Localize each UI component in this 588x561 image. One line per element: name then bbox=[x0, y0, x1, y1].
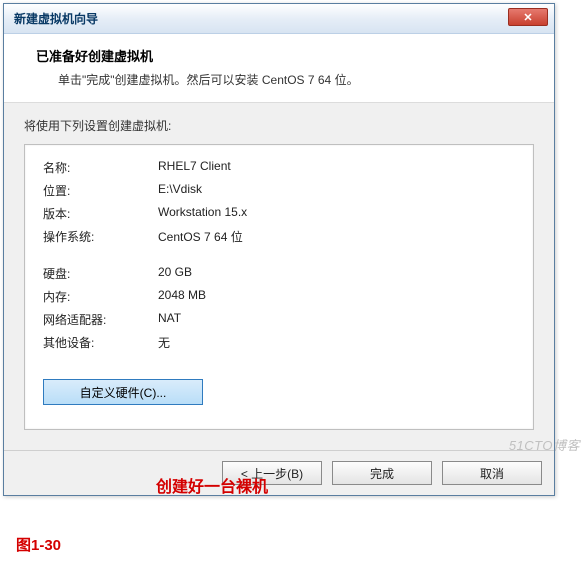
wizard-dialog: 新建虚拟机向导 ✕ 已准备好创建虚拟机 单击"完成"创建虚拟机。然后可以安装 C… bbox=[3, 3, 555, 496]
wizard-header: 已准备好创建虚拟机 单击"完成"创建虚拟机。然后可以安装 CentOS 7 64… bbox=[4, 34, 554, 103]
setting-label: 内存: bbox=[43, 288, 158, 305]
close-icon: ✕ bbox=[523, 11, 532, 24]
customize-hardware-button[interactable]: 自定义硬件(C)... bbox=[43, 379, 203, 405]
cancel-button[interactable]: 取消 bbox=[442, 461, 542, 485]
setting-row: 名称:RHEL7 Client bbox=[43, 159, 515, 176]
setting-label: 操作系统: bbox=[43, 228, 158, 245]
setting-label: 名称: bbox=[43, 159, 158, 176]
setting-label: 其他设备: bbox=[43, 334, 158, 351]
setting-label: 版本: bbox=[43, 205, 158, 222]
setting-row: 内存:2048 MB bbox=[43, 288, 515, 305]
annotation-text: 创建好一台裸机 bbox=[156, 473, 268, 497]
setting-value: 无 bbox=[158, 334, 170, 351]
setting-value: CentOS 7 64 位 bbox=[158, 228, 243, 245]
title-bar: 新建虚拟机向导 ✕ bbox=[4, 4, 554, 34]
setting-value: 20 GB bbox=[158, 265, 192, 282]
window-title: 新建虚拟机向导 bbox=[14, 10, 98, 27]
button-bar: < 上一步(B) 完成 取消 bbox=[4, 450, 554, 495]
setting-row: 操作系统:CentOS 7 64 位 bbox=[43, 228, 515, 245]
setting-value: Workstation 15.x bbox=[158, 205, 247, 222]
setting-row: 位置:E:\Vdisk bbox=[43, 182, 515, 199]
setting-row: 其他设备:无 bbox=[43, 334, 515, 351]
wizard-body: 将使用下列设置创建虚拟机: 名称:RHEL7 Client 位置:E:\Vdis… bbox=[4, 103, 554, 450]
finish-button[interactable]: 完成 bbox=[332, 461, 432, 485]
watermark: 51CTO博客 bbox=[509, 435, 580, 454]
settings-panel: 名称:RHEL7 Client 位置:E:\Vdisk 版本:Workstati… bbox=[24, 144, 534, 430]
header-subtitle: 单击"完成"创建虚拟机。然后可以安装 CentOS 7 64 位。 bbox=[58, 71, 530, 88]
close-button[interactable]: ✕ bbox=[508, 8, 548, 26]
setting-value: RHEL7 Client bbox=[158, 159, 231, 176]
figure-label: 图1-30 bbox=[16, 534, 61, 555]
setting-value: E:\Vdisk bbox=[158, 182, 202, 199]
setting-label: 硬盘: bbox=[43, 265, 158, 282]
setting-row: 网络适配器:NAT bbox=[43, 311, 515, 328]
setting-row: 硬盘:20 GB bbox=[43, 265, 515, 282]
settings-intro: 将使用下列设置创建虚拟机: bbox=[24, 117, 534, 134]
setting-label: 网络适配器: bbox=[43, 311, 158, 328]
header-title: 已准备好创建虚拟机 bbox=[36, 46, 530, 65]
setting-label: 位置: bbox=[43, 182, 158, 199]
setting-row: 版本:Workstation 15.x bbox=[43, 205, 515, 222]
setting-value: NAT bbox=[158, 311, 181, 328]
setting-value: 2048 MB bbox=[158, 288, 206, 305]
